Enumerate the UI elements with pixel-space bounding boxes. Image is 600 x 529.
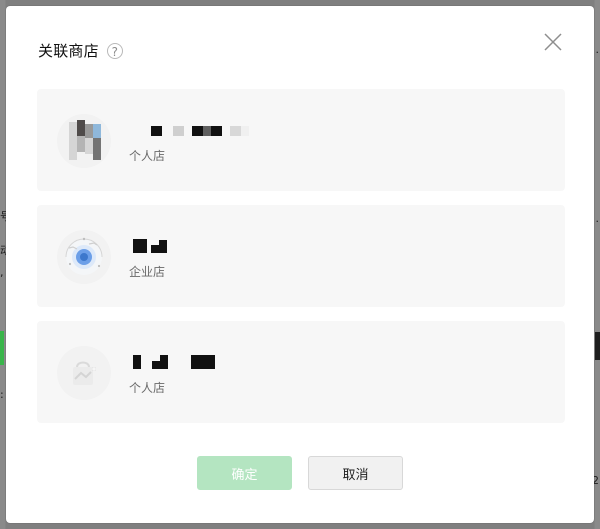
store-avatar-icon	[57, 114, 111, 168]
right-edge-dark-panel	[595, 332, 600, 360]
cancel-button[interactable]: 取消	[308, 456, 403, 490]
right-edge-text-2: ·	[595, 215, 600, 228]
store-type-label: 企业店	[129, 265, 166, 279]
link-store-dialog: 关联商店 ? 个人店 企业店 个人店 确定 取消	[6, 6, 594, 523]
close-icon-svg	[544, 33, 562, 51]
dialog-actions: 确定 取消	[197, 456, 403, 490]
bag-avatar-icon	[57, 346, 111, 400]
store-item-3[interactable]: 个人店	[37, 321, 565, 423]
left-edge-text-4: :	[0, 388, 4, 401]
store-type-label: 个人店	[129, 381, 166, 395]
bag-avatar-icon-svg	[73, 361, 96, 385]
store-type-label: 个人店	[129, 149, 166, 163]
dialog-header: 关联商店 ?	[38, 40, 123, 61]
close-icon[interactable]	[543, 32, 563, 52]
dialog-title: 关联商店	[38, 42, 99, 60]
confirm-button[interactable]: 确定	[197, 456, 292, 490]
left-edge-text-3: ,	[0, 266, 4, 279]
store-item-1[interactable]: 个人店	[37, 89, 565, 191]
store-item-2[interactable]: 企业店	[37, 205, 565, 307]
globe-avatar-icon	[57, 230, 111, 284]
question-circle-icon[interactable]: ?	[106, 42, 123, 59]
left-edge-green-button	[0, 331, 4, 365]
globe-avatar-icon-svg	[65, 237, 103, 275]
right-edge-text-1: ·	[595, 46, 600, 59]
